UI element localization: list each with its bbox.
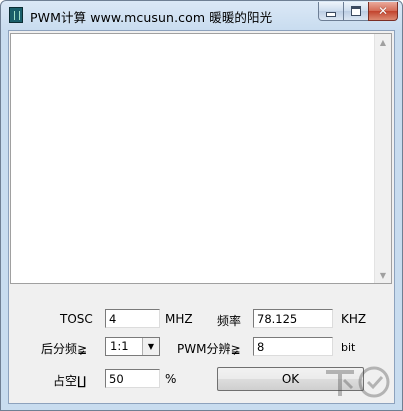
frequency-input[interactable] [253,309,333,328]
close-icon: ✕ [377,4,389,18]
postscaler-label: 后分频≩ [41,342,88,356]
window-title: PWM计算 www.mcusun.com 暖暖的阳光 [30,10,273,25]
pwm-resolution-unit: bit [341,341,356,354]
pwm-resolution-label: PWM分辨≩ [177,342,241,356]
app-icon [9,7,23,23]
title-bar[interactable]: PWM计算 www.mcusun.com 暖暖的阳光 ✕ [1,1,402,30]
close-button[interactable]: ✕ [368,2,398,21]
pwm-resolution-input[interactable] [253,337,333,356]
chevron-down-icon[interactable]: ▼ [142,338,159,355]
postscaler-value: 1:1 [110,339,129,353]
output-textbox[interactable]: ▲ ▼ [10,33,392,284]
client-area: ▲ ▼ TOSC MHZ 频率 KHZ 后分频≩ 1:1 ▼ PWM分辨≩ bi… [8,30,395,404]
frequency-label: 频率 [217,314,242,328]
postscaler-select[interactable]: 1:1 ▼ [105,337,160,356]
maximize-button[interactable] [343,2,369,21]
frequency-unit: KHZ [341,312,367,326]
app-window: PWM计算 www.mcusun.com 暖暖的阳光 ✕ ▲ ▼ TOSC MH… [0,0,403,411]
minimize-icon [326,11,336,17]
maximize-icon [351,6,361,16]
tosc-input[interactable] [105,309,160,328]
scroll-down-arrow-icon[interactable]: ▼ [375,267,391,283]
tosc-unit: MHZ [165,312,193,326]
duty-cycle-label: 占空∐ [53,374,87,388]
xiazai-watermark-logo [326,366,390,398]
minimize-button[interactable] [318,2,344,21]
duty-cycle-unit: % [165,372,177,386]
tosc-label: TOSC [60,312,93,326]
duty-cycle-input[interactable] [105,369,160,388]
vertical-scrollbar[interactable]: ▲ ▼ [374,34,391,283]
scroll-up-arrow-icon[interactable]: ▲ [375,34,391,50]
